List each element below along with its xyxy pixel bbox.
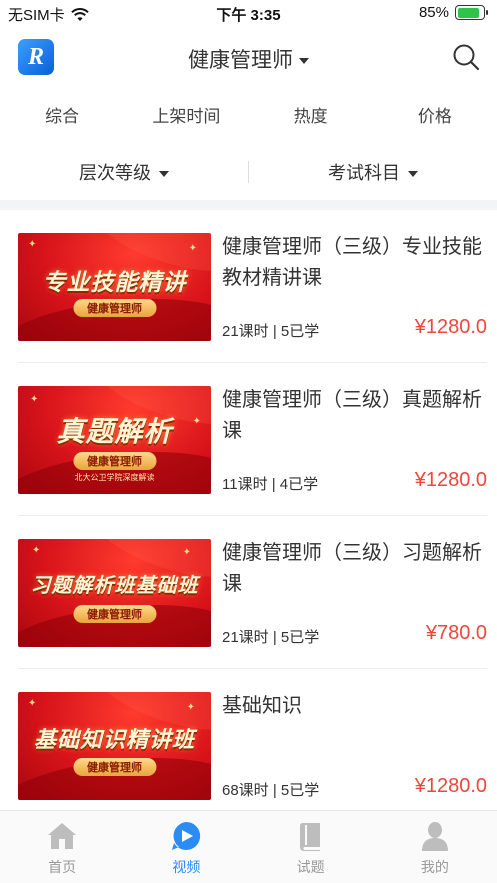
battery-percent: 85% <box>418 4 449 21</box>
caret-down-icon <box>408 171 418 178</box>
thumbnail-headline: 真题解析 <box>56 416 173 447</box>
course-meta: 21课时 | 5已学 <box>222 629 320 646</box>
course-title[interactable]: 健康管理师（三级）专业技能教材精讲课 <box>222 232 488 294</box>
course-meta: 68课时 | 5已学 <box>222 782 320 799</box>
thumbnail-headline: 习题解析班基础班 <box>30 575 199 597</box>
course-list: ✦ ✦ 专业技能精讲 健康管理师 健康管理师（三级）专业技能教材精讲课 21课时… <box>0 210 497 810</box>
tab-video[interactable]: 视频 <box>124 811 248 883</box>
tab-profile[interactable]: 我的 <box>373 811 497 883</box>
user-icon <box>421 822 448 851</box>
home-icon <box>48 823 77 849</box>
thumbnail-badge: 健康管理师 <box>73 605 156 623</box>
course-meta: 11课时 | 4已学 <box>222 476 319 493</box>
sparkle-icon: ✦ <box>188 243 197 254</box>
course-price: ¥1280.0 <box>414 469 487 491</box>
course-title[interactable]: 基础知识 <box>222 691 488 722</box>
thumbnail-subtitle: 北大公卫学院深度解读 <box>74 473 155 482</box>
battery-fill <box>457 7 479 18</box>
sort-tab-listing-time[interactable]: 上架时间 <box>124 95 248 139</box>
filter-bar: 层次等级 考试科目 <box>0 150 497 194</box>
battery-icon <box>455 5 488 20</box>
filter-subject-label: 考试科目 <box>328 163 400 183</box>
sparkle-icon: ✦ <box>28 239 37 250</box>
thumbnail-badge: 健康管理师 <box>73 452 156 470</box>
status-bar: 无SIM卡 下午 3:35 85% <box>0 0 497 28</box>
tab-questions[interactable]: 试题 <box>249 811 373 883</box>
sort-tab-overall[interactable]: 综合 <box>0 95 124 139</box>
sparkle-icon: ✦ <box>182 547 191 558</box>
course-item[interactable]: ✦ ✦ 真题解析 健康管理师 北大公卫学院深度解读 健康管理师（三级）真题解析课… <box>0 363 497 516</box>
sort-tab-popularity[interactable]: 热度 <box>249 95 373 139</box>
filter-subject-dropdown[interactable]: 考试科目 <box>249 159 497 185</box>
search-icon[interactable] <box>451 42 481 72</box>
thumbnail-headline: 基础知识精讲班 <box>33 727 195 752</box>
sparkle-icon: ✦ <box>30 394 39 405</box>
tab-label: 试题 <box>296 859 325 875</box>
tab-home[interactable]: 首页 <box>0 811 124 883</box>
caret-down-icon <box>299 58 309 65</box>
section-separator <box>0 200 497 210</box>
sparkle-icon: ✦ <box>32 545 41 556</box>
course-price: ¥1280.0 <box>414 316 487 338</box>
course-thumbnail[interactable]: ✦ ✦ 习题解析班基础班 健康管理师 <box>18 539 211 647</box>
thumbnail-headline: 专业技能精讲 <box>42 269 187 295</box>
tab-label: 我的 <box>420 859 449 875</box>
course-thumbnail[interactable]: ✦ ✦ 专业技能精讲 健康管理师 <box>18 233 211 341</box>
page-title: 健康管理师 <box>188 49 293 72</box>
book-icon <box>299 823 320 851</box>
caret-down-icon <box>159 171 169 178</box>
sparkle-icon: ✦ <box>186 702 195 713</box>
course-price: ¥780.0 <box>425 622 487 644</box>
status-right: 85% <box>418 4 488 21</box>
sparkle-icon: ✦ <box>28 698 37 709</box>
course-item[interactable]: ✦ ✦ 习题解析班基础班 健康管理师 健康管理师（三级）习题解析课 21课时 |… <box>0 516 497 669</box>
bottom-tab-bar: 首页 视频 试题 我的 <box>0 810 497 883</box>
course-item[interactable]: ✦ ✦ 基础知识精讲班 健康管理师 基础知识 68课时 | 5已学 ¥1280.… <box>0 669 497 810</box>
thumbnail-badge: 健康管理师 <box>73 758 156 776</box>
course-item[interactable]: ✦ ✦ 专业技能精讲 健康管理师 健康管理师（三级）专业技能教材精讲课 21课时… <box>0 210 497 363</box>
navbar: R 健康管理师 <box>0 28 497 88</box>
category-title-dropdown[interactable]: 健康管理师 <box>0 44 497 74</box>
course-title[interactable]: 健康管理师（三级）真题解析课 <box>222 385 488 447</box>
sort-tab-price[interactable]: 价格 <box>373 95 497 139</box>
course-thumbnail[interactable]: ✦ ✦ 基础知识精讲班 健康管理师 <box>18 692 211 800</box>
course-title[interactable]: 健康管理师（三级）习题解析课 <box>222 538 488 600</box>
course-price: ¥1280.0 <box>414 775 487 797</box>
tab-label: 首页 <box>48 859 77 875</box>
thumbnail-badge: 健康管理师 <box>73 299 156 317</box>
filter-level-dropdown[interactable]: 层次等级 <box>0 159 248 185</box>
video-play-icon <box>172 821 201 850</box>
course-thumbnail[interactable]: ✦ ✦ 真题解析 健康管理师 北大公卫学院深度解读 <box>18 386 211 494</box>
filter-level-label: 层次等级 <box>79 163 151 183</box>
tab-label: 视频 <box>172 859 201 875</box>
sort-tabs: 综合 上架时间 热度 价格 <box>0 95 497 139</box>
course-meta: 21课时 | 5已学 <box>222 323 320 340</box>
